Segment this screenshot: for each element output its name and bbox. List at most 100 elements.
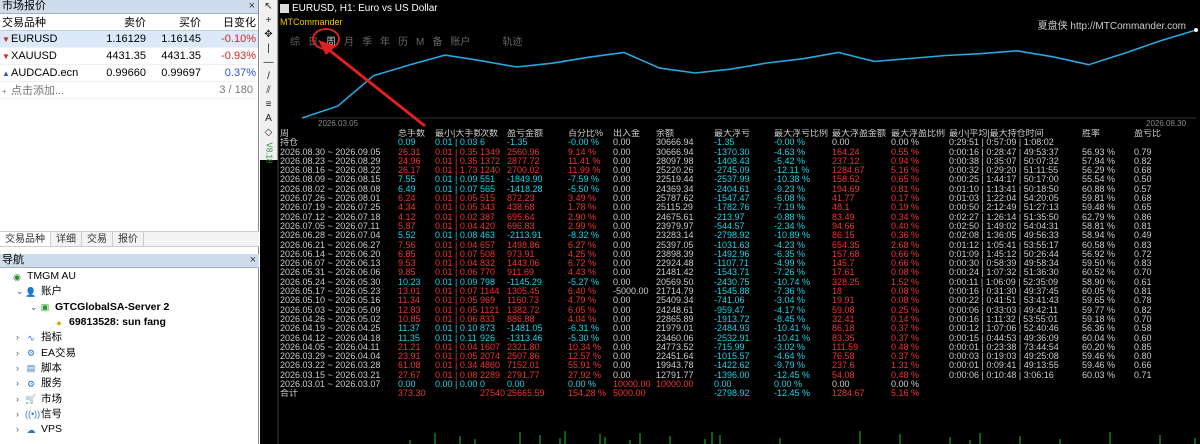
navigator-item[interactable]: › ⚙ 服务 — [0, 376, 259, 391]
stats-cell — [1134, 380, 1174, 389]
stats-cell: -4.64 % — [774, 352, 806, 362]
trendline-icon[interactable]: / — [260, 70, 277, 84]
stats-row: 2026.05.31 ~ 2026.06.06 9.85 0.01 | 0.06 77… — [280, 268, 1200, 277]
chart-toolbar: ↖ + ✥ | — / ⫽ ≡ A ◇ V8.18 — [260, 0, 278, 163]
stats-cell: 2026.05.24 ~ 2026.05.30 — [280, 277, 381, 287]
stats-cell: 0:00:06 | 0:33:03 | 49:42:11 — [949, 305, 1059, 315]
stats-cell: 0.01 | 1.73 — [435, 166, 478, 176]
stats-cell: 4.25 % — [568, 249, 597, 259]
expand-icon[interactable]: › — [16, 407, 25, 422]
tab-details[interactable]: 详细 — [51, 232, 82, 246]
stats-cell: 2026.03.15 ~ 2026.03.21 — [280, 370, 381, 380]
period-tab[interactable]: 账户 — [450, 37, 470, 48]
date-start-label: 2026.03.05 — [318, 119, 359, 128]
cursor-icon[interactable]: ↖ — [260, 0, 277, 14]
stats-cell: 438.68 — [507, 203, 535, 213]
add-symbol-row[interactable]: + 点击添加... 3 / 180 — [0, 82, 258, 99]
stats-cell: 0.86 — [1134, 212, 1152, 222]
expand-icon[interactable]: ⌄ — [16, 284, 25, 299]
column-header-change[interactable]: 日变化 — [203, 14, 258, 30]
market-watch-row[interactable]: ▲AUDCAD.ecn 0.99660 0.99697 0.37% — [0, 65, 258, 82]
stats-cell: 0:00:16 | 1:11:32 | 53:55:01 — [949, 314, 1059, 324]
expand-icon[interactable]: › — [16, 376, 25, 391]
ask-price: 1.16145 — [161, 33, 201, 45]
stats-cell: -2532.91 — [714, 333, 750, 343]
symbol-name: EURUSD — [11, 33, 58, 45]
navigator-item[interactable]: › ▤ 脚本 — [0, 361, 259, 376]
navigator-item[interactable]: ⌄ ▣ GTCGlobalSA-Server 2 — [0, 300, 259, 315]
stats-cell: 420 — [480, 221, 496, 231]
period-tab[interactable]: 综 — [290, 37, 300, 48]
stats-header-cell: 百分比% — [568, 129, 604, 138]
column-header-symbol[interactable]: 交易品种 — [0, 14, 88, 30]
period-tab[interactable]: 备 — [432, 37, 442, 48]
navigator-item-label: TMGM AU — [27, 270, 76, 283]
text-icon[interactable]: A — [260, 112, 277, 126]
navigator-item[interactable]: › ∿ 指标 — [0, 330, 259, 345]
crosshair-icon[interactable]: + — [260, 14, 277, 28]
market-watch-title: 市场报价 × — [0, 0, 258, 14]
tab-ticks[interactable]: 报价 — [113, 232, 144, 246]
stats-cell: 0.81 — [1134, 287, 1152, 297]
chart-title-text: EURUSD, H1: Euro vs US Dollar — [292, 3, 438, 14]
stats-cell: 24675.61 — [656, 212, 694, 222]
close-icon[interactable]: × — [249, 0, 255, 13]
navigator-item[interactable]: › ☁ VPS — [0, 422, 259, 437]
stats-cell: 22924.48 — [656, 259, 694, 269]
stats-cell: 60.05 % — [1082, 287, 1116, 297]
tab-symbols[interactable]: 交易品种 — [0, 232, 51, 246]
expand-icon[interactable]: › — [16, 346, 25, 361]
expand-icon[interactable]: › — [16, 330, 25, 345]
stats-cell: -959.47 — [714, 305, 745, 315]
shapes-icon[interactable]: ◇ — [260, 126, 277, 140]
chart-window[interactable]: 2026.03.05 2026.08.30 ↖ + ✥ | — / ⫽ ≡ A ◇… — [260, 0, 1200, 444]
navigator-item[interactable]: ● 69813528: sun fang — [0, 315, 259, 330]
stats-header-cell: 总手数 — [398, 129, 426, 138]
navigator-item[interactable]: ◉ TMGM AU — [0, 269, 259, 284]
period-tab[interactable]: 季 — [362, 37, 372, 48]
stats-cell: 合计 — [280, 389, 299, 399]
market-watch-row[interactable]: ▼EURUSD 1.16129 1.16145 -0.10% — [0, 31, 258, 48]
stats-cell: 61.08 — [398, 361, 421, 371]
stats-cell: -8.32 % — [568, 231, 600, 241]
navigator-item-label: 账户 — [41, 285, 62, 298]
stats-cell: 30666.94 — [656, 147, 694, 157]
navigator-item[interactable]: › 🛒 市场 — [0, 391, 259, 406]
stats-cell: 24.96 — [398, 156, 421, 166]
navigator-item[interactable]: › ⚙ EA交易 — [0, 345, 259, 360]
stats-cell: 18 — [832, 287, 843, 297]
vline-icon[interactable]: | — [260, 42, 277, 56]
stats-cell: 373.30 — [398, 389, 426, 399]
stats-cell: 60.52 % — [1082, 268, 1116, 278]
stats-cell: 0.00 — [613, 175, 631, 185]
hline-icon[interactable]: — — [260, 56, 277, 70]
period-tab[interactable]: 历 — [398, 37, 408, 48]
expand-icon[interactable]: › — [16, 422, 25, 437]
fibo-icon[interactable]: ≡ — [260, 98, 277, 112]
tab-trading[interactable]: 交易 — [82, 232, 113, 246]
column-header-ask[interactable]: 买价 — [148, 14, 203, 30]
move-icon[interactable]: ✥ — [260, 28, 277, 42]
highlight-circle — [312, 28, 340, 50]
period-tab[interactable]: 年 — [380, 37, 390, 48]
stats-cell: 0:00:22 | 0:41:51 | 53:41:43 — [949, 296, 1059, 306]
stats-cell: -1782.76 — [714, 203, 750, 213]
column-header-bid[interactable]: 卖价 — [88, 14, 148, 30]
service-icon: ⚙ — [26, 378, 36, 389]
period-tab[interactable]: 轨迹 — [502, 37, 522, 48]
period-tab[interactable]: M — [416, 37, 424, 48]
stats-row: 2026.03.15 ~ 2026.03.21 27.67 0.01 | 0.08 2… — [280, 371, 1200, 380]
expand-icon[interactable]: › — [16, 361, 25, 376]
stats-cell: 2026.05.03 ~ 2026.05.09 — [280, 305, 381, 315]
navigator-item[interactable]: › ((•)) 信号 — [0, 407, 259, 422]
stats-cell: 0.01 | 0.05 — [435, 296, 478, 306]
navigator-item[interactable]: ⌄ 👤 账户 — [0, 284, 259, 299]
market-watch-row[interactable]: ▼XAUUSD 4431.35 4431.35 -0.93% — [0, 48, 258, 65]
stats-cell: 0.00 — [613, 324, 631, 334]
stats-cell: 19.91 — [832, 296, 855, 306]
expand-icon[interactable]: › — [16, 392, 25, 407]
close-icon[interactable]: × — [250, 254, 256, 267]
period-tab[interactable]: 月 — [344, 37, 354, 48]
expand-icon[interactable]: ⌄ — [30, 300, 39, 315]
channel-icon[interactable]: ⫽ — [260, 84, 277, 98]
